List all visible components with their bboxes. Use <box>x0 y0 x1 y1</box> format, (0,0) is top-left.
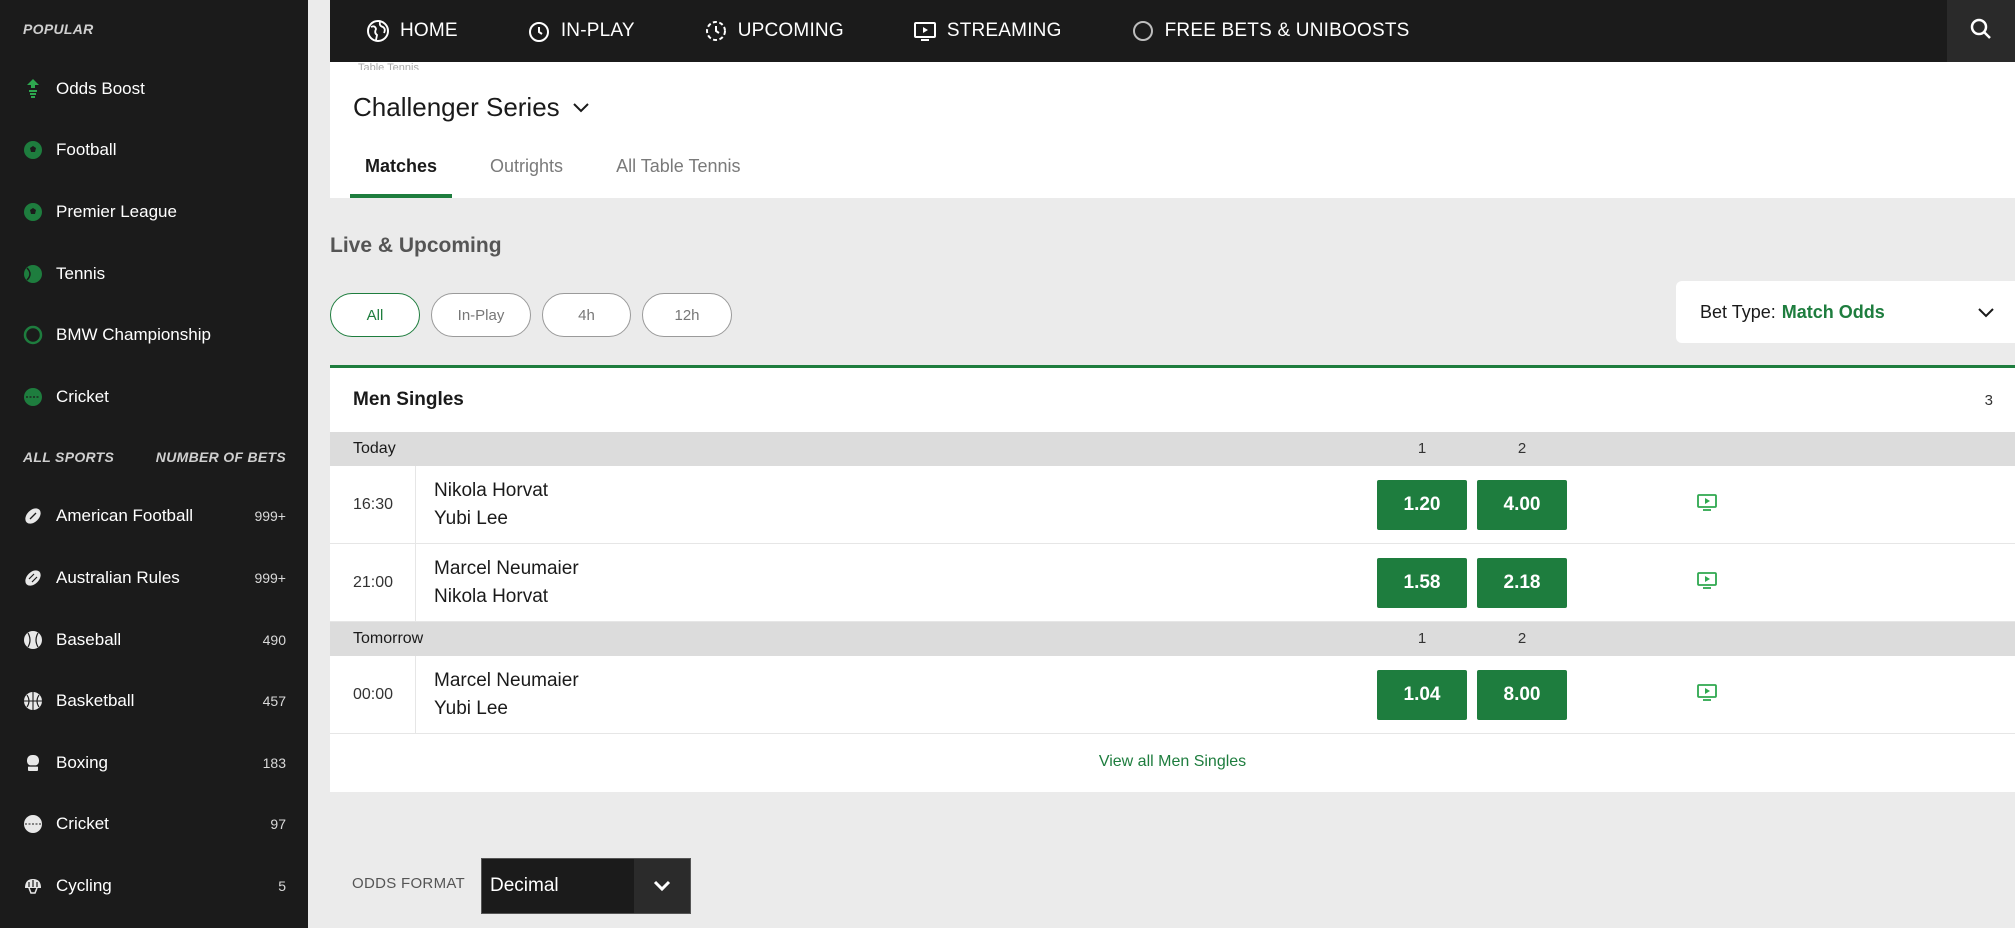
australian-rules-icon <box>22 567 44 589</box>
live-upcoming-title: Live & Upcoming <box>330 234 502 257</box>
streaming-tv-icon <box>1697 684 1717 707</box>
american-football-icon <box>22 505 44 527</box>
sidebar-item-basketball[interactable]: Basketball 457 <box>0 670 308 732</box>
football-icon <box>22 139 44 161</box>
page-title: Challenger Series <box>353 92 560 122</box>
cycling-helmet-icon <box>22 875 44 897</box>
filter-4h[interactable]: 4h <box>542 293 631 337</box>
day-header: Tomorrow 1 2 <box>330 622 2015 656</box>
top-navigation: HOME IN-PLAY UPCOMING STREAMING FREE BET… <box>330 0 2015 62</box>
boxing-glove-icon <box>22 752 44 774</box>
cricket-ball-icon <box>22 813 44 835</box>
search-button[interactable] <box>1947 0 2015 62</box>
nav-upcoming[interactable]: UPCOMING <box>703 18 844 44</box>
odds-button-away[interactable]: 4.00 <box>1477 480 1567 530</box>
men-singles-section: Men Singles 3 Today 1 2 16:30 Nikola Hor… <box>330 365 2015 792</box>
all-sports-heading: ALL SPORTS NUMBER OF BETS <box>23 448 286 465</box>
day-header: Today 1 2 <box>330 432 2015 466</box>
odds-button-home[interactable]: 1.20 <box>1377 480 1467 530</box>
sidebar-item-bmw-championship[interactable]: BMW Championship <box>0 304 308 366</box>
sidebar-item-cricket[interactable]: Cricket <box>0 366 308 428</box>
chevron-down-icon <box>1977 303 1995 324</box>
bet-type-dropdown[interactable]: Bet Type: Match Odds <box>1676 281 2015 343</box>
sidebar-item-baseball[interactable]: Baseball 490 <box>0 609 308 671</box>
match-time: 00:00 <box>330 656 416 733</box>
table-row[interactable]: 21:00 Marcel Neumaier Nikola Horvat 1.58… <box>330 544 2015 622</box>
tab-matches[interactable]: Matches <box>350 147 453 198</box>
odds-button-home[interactable]: 1.58 <box>1377 558 1467 608</box>
streaming-tv-icon <box>1697 494 1717 517</box>
nav-streaming[interactable]: STREAMING <box>912 18 1062 44</box>
filter-12h[interactable]: 12h <box>642 293 732 337</box>
clock-dashed-icon <box>703 18 729 44</box>
cricket-icon <box>22 386 44 408</box>
match-teams: Marcel Neumaier Nikola Horvat <box>434 557 579 607</box>
sidebar-item-australian-rules[interactable]: Australian Rules 999+ <box>0 547 308 609</box>
football-icon <box>22 201 44 223</box>
match-time: 21:00 <box>330 544 416 621</box>
competition-header: Table Tennis Challenger Series Matches O… <box>330 62 2015 198</box>
competition-selector[interactable]: Challenger Series <box>353 92 590 123</box>
odds-button-home[interactable]: 1.04 <box>1377 670 1467 720</box>
section-header[interactable]: Men Singles 3 <box>330 368 2015 432</box>
circle-icon <box>1130 18 1156 44</box>
nav-free-bets[interactable]: FREE BETS & UNIBOOSTS <box>1130 18 1410 44</box>
tv-icon <box>912 18 938 44</box>
table-row[interactable]: 00:00 Marcel Neumaier Yubi Lee 1.04 8.00 <box>330 656 2015 734</box>
popular-heading: POPULAR <box>23 21 94 37</box>
sidebar-item-boxing[interactable]: Boxing 183 <box>0 732 308 794</box>
chevron-down-icon <box>634 859 690 913</box>
sidebar: POPULAR Odds Boost Football Premier Leag… <box>0 0 308 928</box>
match-teams: Nikola Horvat Yubi Lee <box>434 479 549 529</box>
event-count: 3 <box>1984 391 1993 409</box>
match-teams: Marcel Neumaier Yubi Lee <box>434 669 579 719</box>
filter-all[interactable]: All <box>330 293 420 337</box>
streaming-tv-icon <box>1697 572 1717 595</box>
odds-boost-icon <box>22 78 44 100</box>
sidebar-item-american-football[interactable]: American Football 999+ <box>0 486 308 548</box>
sidebar-item-odds-boost[interactable]: Odds Boost <box>0 58 308 120</box>
baseball-icon <box>22 629 44 651</box>
time-filters: All In-Play 4h 12h <box>330 293 743 337</box>
sidebar-item-premier-league[interactable]: Premier League <box>0 181 308 243</box>
view-all-link[interactable]: View all Men Singles <box>330 734 2015 790</box>
golf-icon <box>22 324 44 346</box>
nav-home[interactable]: HOME <box>365 18 458 44</box>
chevron-down-icon <box>572 102 590 114</box>
globe-icon <box>365 18 391 44</box>
tab-bar: Matches Outrights All Table Tennis <box>350 147 778 198</box>
number-of-bets-heading: NUMBER OF BETS <box>155 448 286 465</box>
tab-outrights[interactable]: Outrights <box>475 147 578 198</box>
sidebar-item-football[interactable]: Football <box>0 120 308 182</box>
filter-in-play[interactable]: In-Play <box>431 293 531 337</box>
odds-button-away[interactable]: 2.18 <box>1477 558 1567 608</box>
sidebar-item-tennis[interactable]: Tennis <box>0 243 308 305</box>
tennis-icon <box>22 263 44 285</box>
nav-in-play[interactable]: IN-PLAY <box>526 18 635 44</box>
tab-all-table-tennis[interactable]: All Table Tennis <box>601 147 755 198</box>
basketball-icon <box>22 690 44 712</box>
breadcrumb[interactable]: Table Tennis <box>358 62 419 70</box>
match-time: 16:30 <box>330 466 416 543</box>
stopwatch-icon <box>526 18 552 44</box>
table-row[interactable]: 16:30 Nikola Horvat Yubi Lee 1.20 4.00 <box>330 466 2015 544</box>
odds-format-select[interactable]: Decimal <box>481 858 691 914</box>
sidebar-item-cricket-sport[interactable]: Cricket 97 <box>0 794 308 856</box>
sidebar-item-cycling[interactable]: Cycling 5 <box>0 855 308 917</box>
odds-format-label: ODDS FORMAT <box>352 875 466 892</box>
odds-button-away[interactable]: 8.00 <box>1477 670 1567 720</box>
search-icon <box>1969 17 1993 46</box>
